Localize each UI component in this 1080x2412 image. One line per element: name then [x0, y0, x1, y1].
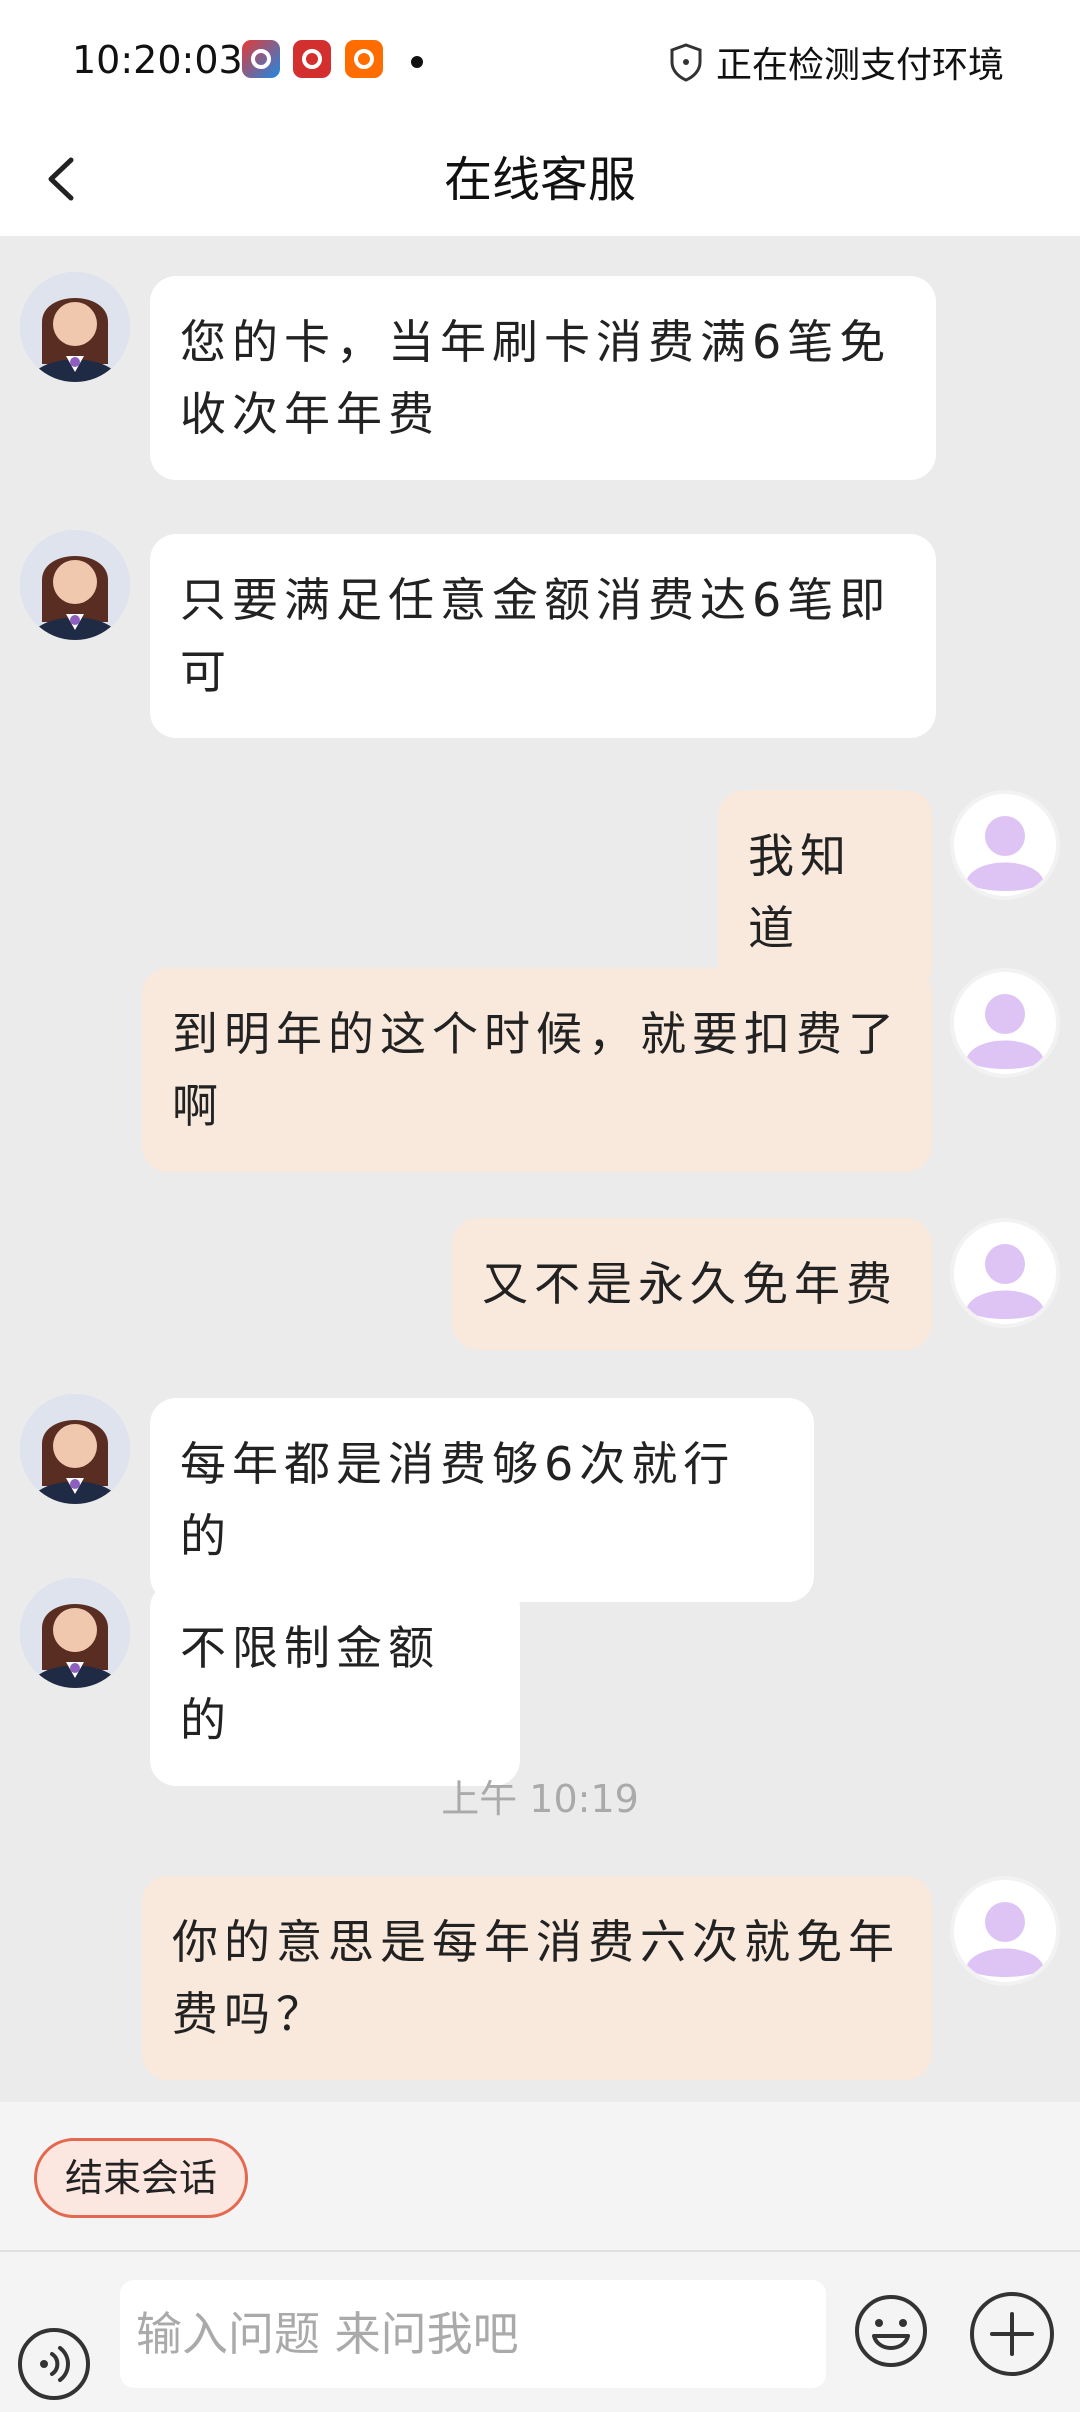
page-title: 在线客服 — [443, 152, 636, 208]
agent-avatar — [20, 1394, 130, 1504]
agent-message-bubble: 您的卡，当年刷卡消费满6笔免收次年年费 — [150, 276, 936, 480]
status-time: 10:20:03 — [72, 38, 243, 82]
end-session-button[interactable]: 结束会话 — [34, 2138, 249, 2218]
user-avatar — [950, 1218, 1060, 1328]
payment-security-status: 正在检测支付环境 — [668, 36, 1004, 88]
smiley-icon — [855, 2295, 927, 2367]
emoji-button[interactable] — [852, 2292, 930, 2370]
message-timestamp: 上午 10:19 — [441, 1777, 639, 1821]
agent-avatar — [20, 272, 130, 382]
payment-status-text: 正在检测支付环境 — [715, 45, 1004, 86]
bank-app-icon — [293, 40, 331, 78]
agent-message-bubble: 只要满足任意金额消费达6笔即可 — [150, 534, 936, 738]
user-message-bubble: 到明年的这个时候，就要扣费了啊 — [142, 968, 932, 1172]
user-message-bubble: 你的意思是每年消费六次就免年费吗？ — [142, 1876, 932, 2080]
user-message-bubble: 我知道 — [718, 790, 932, 994]
chat-area[interactable]: 您的卡，当年刷卡消费满6笔免收次年年费 只要满足任意金额消费达6笔即可 我知道 … — [0, 236, 1080, 2102]
kuaishou-app-icon — [345, 40, 383, 78]
divider — [0, 2250, 1080, 2252]
nav-bar: 在线客服 — [0, 124, 1080, 236]
agent-message-bubble: 每年都是消费够6次就行的 — [150, 1398, 814, 1602]
agent-message-bubble: 不限制金额的 — [150, 1582, 520, 1786]
status-bar: 10:20:03 正在检测支付环境 — [0, 0, 1080, 124]
back-arrow-icon — [48, 157, 74, 201]
shield-icon — [670, 43, 702, 82]
notification-dot-icon — [411, 56, 423, 68]
voice-icon — [18, 2328, 90, 2400]
telecom-app-icon — [242, 40, 280, 78]
agent-avatar — [20, 1578, 130, 1688]
back-button[interactable] — [26, 144, 96, 214]
agent-avatar — [20, 530, 130, 640]
plus-icon — [970, 2292, 1054, 2376]
voice-input-button[interactable] — [16, 2326, 92, 2402]
message-input[interactable] — [120, 2280, 826, 2388]
input-panel: 结束会话 — [0, 2102, 1080, 2412]
user-avatar — [950, 1876, 1060, 1986]
user-avatar — [950, 790, 1060, 900]
user-message-bubble: 又不是永久免年费 — [452, 1218, 932, 1350]
user-avatar — [950, 968, 1060, 1078]
more-options-button[interactable] — [968, 2290, 1056, 2378]
